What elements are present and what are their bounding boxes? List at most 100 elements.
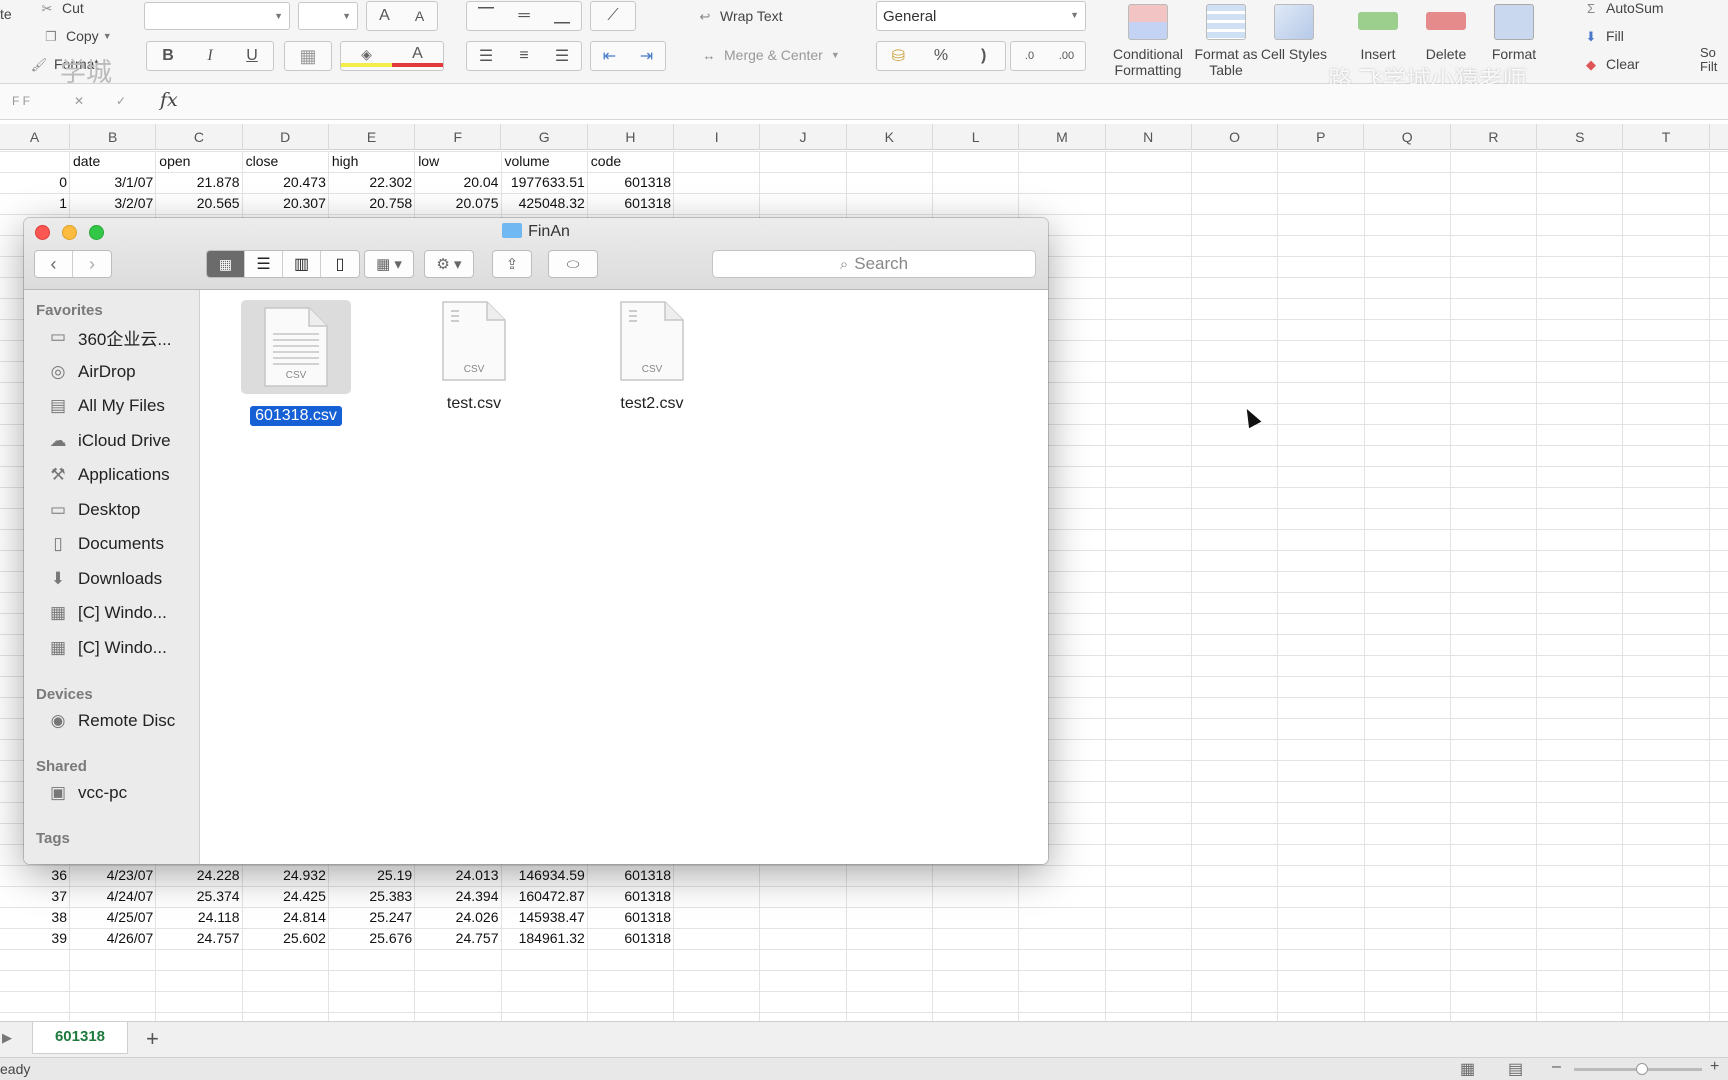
normal-view-icon[interactable]: ▦ <box>1460 1059 1475 1079</box>
scroll-tabs-icon[interactable]: ▶ <box>2 1030 12 1046</box>
sheet-tab-601318[interactable]: 601318 <box>32 1022 128 1054</box>
column-header[interactable]: F <box>415 124 502 150</box>
column-header[interactable]: P <box>1278 124 1365 150</box>
sidebar-item[interactable]: ◉ Remote Disc <box>46 708 176 734</box>
increase-indent-icon[interactable]: ⇥ <box>628 46 665 66</box>
column-header[interactable]: K <box>847 124 933 150</box>
sidebar-item[interactable]: ▭ Desktop <box>46 497 140 523</box>
increase-decimal-button[interactable]: .0 <box>1011 50 1048 62</box>
table-cell[interactable]: 601318 <box>588 193 674 214</box>
sidebar-item[interactable]: ▤ All My Files <box>46 393 165 419</box>
number-format-select[interactable]: General ▼ <box>876 1 1086 31</box>
column-header[interactable]: D <box>243 124 329 150</box>
bold-button[interactable]: B <box>147 47 189 65</box>
align-top-icon[interactable]: ⎺ <box>467 7 505 25</box>
finder-file-area[interactable]: CSV 601318.csv CSV test.csv CSV test2.csv <box>201 290 1048 864</box>
table-cell[interactable]: 24.118 <box>156 907 242 928</box>
fill-color-button[interactable]: ◈ <box>341 46 392 67</box>
clear-button[interactable]: ◆ Clear <box>1582 56 1639 72</box>
zoom-out-button[interactable]: – <box>1552 1058 1561 1076</box>
column-header[interactable]: G <box>502 124 588 150</box>
table-cell[interactable]: 20.473 <box>243 172 329 193</box>
table-cell[interactable]: 4/25/07 <box>70 907 156 928</box>
conditional-formatting-button[interactable]: Conditional Formatting <box>1106 4 1190 78</box>
icon-view-button[interactable]: ▦ <box>207 251 245 277</box>
table-cell[interactable]: 20.565 <box>156 193 242 214</box>
column-header[interactable]: Q <box>1365 124 1451 150</box>
table-cell[interactable]: 20.04 <box>415 172 501 193</box>
percent-button[interactable]: % <box>920 47 963 65</box>
formula-input[interactable] <box>196 88 1716 116</box>
column-header[interactable]: R <box>1451 124 1538 150</box>
list-view-button[interactable]: ☰ <box>245 251 283 277</box>
sidebar-item[interactable]: ▯ Documents <box>46 531 164 557</box>
font-name-box[interactable]: ▼ <box>144 2 290 30</box>
cancel-formula-icon[interactable]: ✕ <box>74 94 84 108</box>
sidebar-item[interactable]: ◎ AirDrop <box>46 359 136 385</box>
table-cell[interactable]: open <box>156 151 242 172</box>
column-header[interactable]: I <box>674 124 761 150</box>
sidebar-item[interactable]: ⬇ Downloads <box>46 566 162 592</box>
zoom-slider[interactable] <box>1574 1063 1702 1075</box>
table-cell[interactable]: 425048.32 <box>502 193 588 214</box>
table-cell[interactable]: volume <box>502 151 588 172</box>
table-cell[interactable]: 601318 <box>588 886 674 907</box>
align-bottom-icon[interactable]: ⎽ <box>543 7 581 25</box>
table-cell[interactable]: 4/24/07 <box>70 886 156 907</box>
table-cell[interactable]: 160472.87 <box>502 886 588 907</box>
comma-button[interactable]: ) <box>962 47 1005 65</box>
table-cell[interactable]: 24.814 <box>243 907 329 928</box>
table-cell[interactable]: 25.676 <box>329 928 415 949</box>
table-cell[interactable]: 25.19 <box>329 865 415 886</box>
table-cell[interactable]: 4/23/07 <box>70 865 156 886</box>
add-sheet-button[interactable]: + <box>146 1026 159 1052</box>
table-cell[interactable]: 24.932 <box>243 865 329 886</box>
borders-button[interactable]: ▦ <box>284 41 332 71</box>
table-cell[interactable]: 24.013 <box>415 865 501 886</box>
copy-button[interactable]: ❐ Copy ▼ <box>42 28 111 44</box>
row-index-cell[interactable]: 39 <box>0 928 70 949</box>
column-header[interactable]: T <box>1623 124 1710 150</box>
arrange-button[interactable]: ▦ ▾ <box>364 250 414 278</box>
file-item[interactable]: CSV 601318.csv <box>241 300 351 426</box>
table-cell[interactable]: 184961.32 <box>502 928 588 949</box>
table-cell[interactable]: low <box>415 151 501 172</box>
column-header[interactable]: J <box>760 124 847 150</box>
column-header[interactable]: L <box>933 124 1020 150</box>
underline-button[interactable]: U <box>231 47 273 65</box>
zoom-thumb[interactable] <box>1636 1063 1648 1075</box>
row-index-cell[interactable]: 0 <box>0 172 70 193</box>
sidebar-item[interactable]: ⚒ Applications <box>46 462 169 488</box>
autosum-button[interactable]: Σ AutoSum <box>1582 0 1664 16</box>
table-cell[interactable]: 24.757 <box>156 928 242 949</box>
shrink-font-button[interactable]: A <box>402 8 437 24</box>
table-cell[interactable]: 1977633.51 <box>502 172 588 193</box>
row-index-cell[interactable]: 36 <box>0 865 70 886</box>
forward-button[interactable]: › <box>73 251 111 277</box>
zoom-in-button[interactable]: + <box>1710 1058 1719 1076</box>
table-cell[interactable]: 21.878 <box>156 172 242 193</box>
sidebar-item[interactable]: ▦ [C] Windo... <box>46 635 167 661</box>
column-header[interactable]: E <box>329 124 416 150</box>
align-right-icon[interactable]: ☰ <box>543 46 581 66</box>
table-cell[interactable]: 22.302 <box>329 172 415 193</box>
table-cell[interactable]: 601318 <box>588 865 674 886</box>
row-index-cell[interactable] <box>0 151 70 172</box>
column-header[interactable]: N <box>1106 124 1192 150</box>
table-cell[interactable]: 24.757 <box>415 928 501 949</box>
fill-button[interactable]: ⬇ Fill <box>1582 28 1624 44</box>
grow-font-button[interactable]: A <box>367 7 402 25</box>
cover-flow-button[interactable]: ▯ <box>321 251 359 277</box>
table-cell[interactable]: 24.394 <box>415 886 501 907</box>
wrap-text-button[interactable]: ↩ Wrap Text <box>696 8 783 24</box>
table-cell[interactable]: 25.247 <box>329 907 415 928</box>
table-cell[interactable]: 601318 <box>588 172 674 193</box>
font-color-button[interactable]: A <box>392 45 443 67</box>
column-header[interactable]: C <box>156 124 243 150</box>
share-button[interactable]: ⇪ <box>492 250 532 278</box>
sort-filter-button[interactable]: So Filt <box>1700 46 1728 74</box>
table-cell[interactable]: 145938.47 <box>502 907 588 928</box>
search-field[interactable]: ⌕ Search <box>712 250 1036 278</box>
table-cell[interactable]: 20.307 <box>243 193 329 214</box>
row-index-cell[interactable]: 37 <box>0 886 70 907</box>
